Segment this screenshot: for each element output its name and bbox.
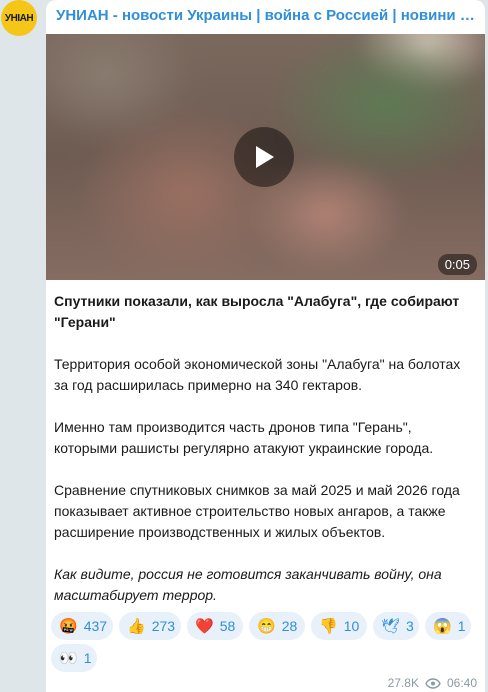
post-paragraph: Территория особой экономической зоны "Ал… [54,356,461,393]
reaction-count: 1 [457,618,466,634]
dove-icon: 🕊 [381,617,401,635]
message-meta: 27.8K 06:40 [388,676,477,690]
reaction-thumbs-down[interactable]: 👎 10 [311,612,367,640]
reaction-angry[interactable]: 🤬 437 [51,612,113,640]
post-paragraph: Именно там производится часть дронов тип… [54,419,434,456]
play-icon [256,146,274,168]
reaction-count: 437 [83,618,108,634]
grin-icon: 😁 [257,617,276,635]
thumbs-up-icon: 👍 [127,617,146,635]
channel-name[interactable]: УНИАН - новости Украины | война с Россие… [56,7,476,24]
reaction-count: 28 [281,618,298,634]
reaction-count: 3 [406,618,414,634]
post-paragraph: Сравнение спутниковых снимков за май 202… [54,482,460,540]
reaction-eyes[interactable]: 👀 1 [51,644,97,672]
reaction-scream[interactable]: 😱 1 [425,612,471,640]
channel-avatar-text: УНІАН [4,12,34,24]
video-duration: 0:05 [437,254,477,275]
post-title: Спутники показали, как выросла "Алабуга"… [54,293,460,330]
reaction-count: 273 [151,618,176,634]
post-italic-note: Как видите, россия не готовится заканчив… [54,566,442,603]
scream-icon: 😱 [433,617,452,635]
message-bubble: УНИАН - новости Украины | война с Россие… [46,0,485,692]
reaction-count: 1 [83,650,92,666]
play-button[interactable] [234,127,294,187]
thumbs-down-icon: 👎 [319,617,338,635]
reaction-heart[interactable]: ❤️ 58 [187,612,243,640]
heart-icon: ❤️ [195,617,214,635]
channel-avatar[interactable]: УНІАН [1,0,37,36]
reaction-count: 10 [343,618,360,634]
reaction-dove[interactable]: 🕊 3 [373,612,419,640]
eye-icon [425,677,441,689]
angry-face-icon: 🤬 [59,617,78,635]
eyes-icon: 👀 [59,649,78,667]
message-time: 06:40 [446,676,477,690]
reaction-count: 58 [219,618,236,634]
video-player[interactable]: 0:05 [46,34,485,280]
post-text: Спутники показали, как выросла "Алабуга"… [54,291,478,606]
reaction-grin[interactable]: 😁 28 [249,612,305,640]
reaction-thumbs-up[interactable]: 👍 273 [119,612,181,640]
views-count: 27.8K [387,676,419,690]
